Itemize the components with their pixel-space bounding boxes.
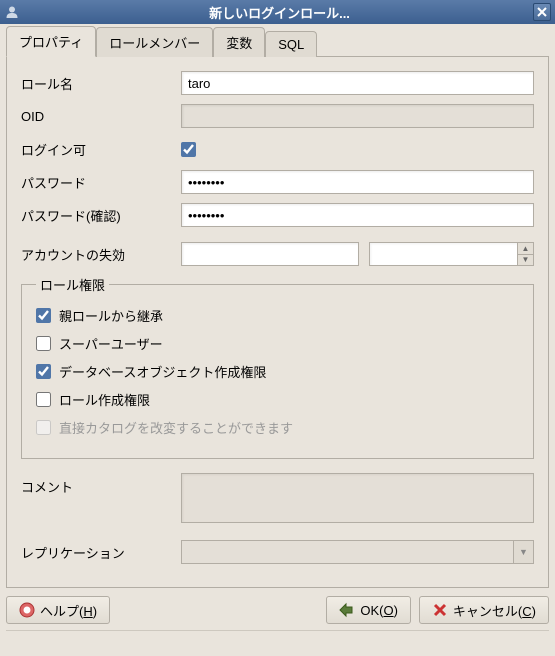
account-expires-label: アカウントの失効 [21,245,181,264]
ok-button-label: OK(O) [360,603,398,618]
help-icon [19,602,35,618]
cancel-button[interactable]: キャンセル(C) [419,596,549,624]
titlebar: 新しいログインロール... [0,0,555,24]
oid-input [181,104,534,128]
cancel-button-label: キャンセル(C) [453,601,536,620]
role-privileges-fieldset: ロール権限 親ロールから継承 スーパーユーザー データベースオブジェクト作成権限… [21,275,534,459]
superuser-label: スーパーユーザー [59,334,163,353]
superuser-checkbox[interactable] [36,336,51,351]
spinner-down-button[interactable]: ▼ [517,255,533,266]
update-catalog-label: 直接カタログを改変することができます [59,418,293,437]
password-input[interactable] [181,170,534,194]
password-confirm-label: パスワード(確認) [21,206,181,225]
tab-role-members[interactable]: ロールメンバー [96,27,213,57]
expire-spinner[interactable]: ▲ ▼ [369,242,535,266]
tab-variables[interactable]: 変数 [213,27,265,57]
create-db-checkbox[interactable] [36,364,51,379]
person-icon [4,4,20,20]
statusbar [6,630,549,650]
inherit-checkbox[interactable] [36,308,51,323]
replication-combo: ▼ [181,540,534,564]
cancel-icon [432,602,448,618]
tabs-bar: プロパティ ロールメンバー 変数 SQL [6,30,549,56]
can-login-label: ログイン可 [21,140,181,159]
create-db-label: データベースオブジェクト作成権限 [59,362,266,381]
role-privileges-legend: ロール権限 [36,275,109,294]
help-button[interactable]: ヘルプ(H) [6,596,110,624]
update-catalog-checkbox [36,420,51,435]
tab-content: ロール名 OID ログイン可 パスワード パスワード(確認) アカウントの失効 [6,56,549,588]
close-button[interactable] [533,3,551,21]
comment-textarea [181,473,534,523]
create-role-checkbox[interactable] [36,392,51,407]
tab-sql[interactable]: SQL [265,31,317,57]
window-title: 新しいログインロール... [26,3,533,22]
inherit-label: 親ロールから継承 [59,306,163,325]
oid-label: OID [21,109,181,124]
ok-button[interactable]: OK(O) [326,596,411,624]
ok-icon [339,602,355,618]
role-name-input[interactable] [181,71,534,95]
window-body: プロパティ ロールメンバー 変数 SQL ロール名 OID ログイン可 パスワー… [0,24,555,656]
close-icon [537,7,547,17]
can-login-checkbox[interactable] [181,142,196,157]
replication-label: レプリケーション [21,543,181,562]
password-label: パスワード [21,173,181,192]
expire-spinner-value [370,243,518,265]
tab-properties[interactable]: プロパティ [6,26,96,57]
chevron-down-icon: ▼ [513,541,533,563]
help-button-label: ヘルプ(H) [40,601,97,620]
spinner-up-button[interactable]: ▲ [517,243,533,255]
button-bar: ヘルプ(H) OK(O) キャンセル(C) [6,596,549,624]
create-role-label: ロール作成権限 [59,390,150,409]
comment-label: コメント [21,473,181,496]
expire-date-input[interactable] [181,242,359,266]
password-confirm-input[interactable] [181,203,534,227]
role-name-label: ロール名 [21,74,181,93]
